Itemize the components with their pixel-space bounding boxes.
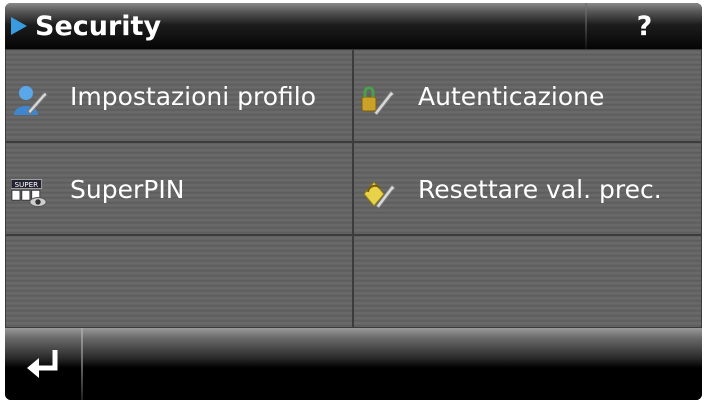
menu-item-resettare[interactable]: Resettare val. prec.: [353, 142, 702, 235]
menu-item-label: Autenticazione: [418, 82, 605, 111]
superpin-icon: SUPER: [11, 179, 47, 207]
superpin-icon-text: SUPER: [14, 180, 38, 189]
reset-wrench-icon: [363, 181, 396, 209]
device-screen: Security ? Impostazioni profilo Autentic…: [5, 3, 702, 400]
menu-item-label: SuperPIN: [70, 175, 185, 204]
title-bar: Security ?: [5, 3, 702, 49]
menu-item-label: Resettare val. prec.: [418, 175, 662, 204]
menu-item-superpin[interactable]: SUPER SuperPIN: [5, 142, 353, 235]
menu-item-empty: [353, 235, 702, 328]
menu-item-label: Impostazioni profilo: [70, 82, 317, 111]
play-triangle-icon: [11, 17, 27, 35]
menu-item-autenticazione[interactable]: Autenticazione: [353, 49, 702, 142]
bottom-bar: [5, 328, 702, 400]
back-button[interactable]: [5, 328, 81, 400]
user-wrench-icon: [14, 86, 48, 115]
menu-grid: Impostazioni profilo Autenticazione SUPE…: [5, 49, 702, 328]
return-arrow-icon: [27, 350, 58, 378]
lock-wrench-icon: [361, 86, 395, 116]
menu-item-impostazioni-profilo[interactable]: Impostazioni profilo: [5, 49, 353, 142]
footer-divider: [81, 328, 83, 400]
page-title: Security: [35, 11, 162, 42]
menu-item-empty: [5, 235, 353, 328]
help-button[interactable]: ?: [587, 3, 702, 49]
